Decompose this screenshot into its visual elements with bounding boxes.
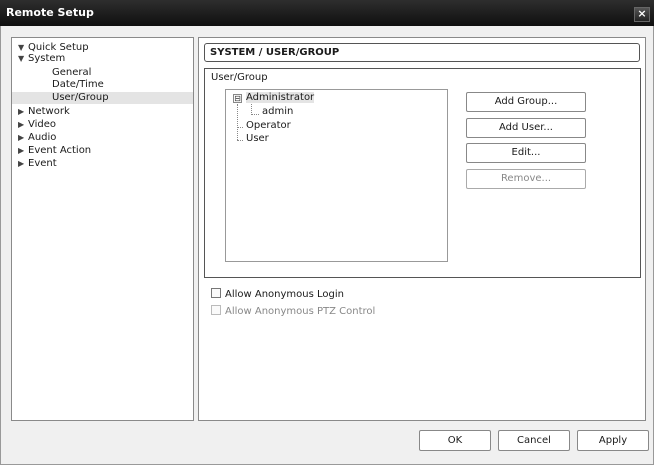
tree-item-audio[interactable]: ▶ Audio [18, 132, 56, 144]
tree-node-label: Administrator [246, 92, 315, 103]
user-group-label: User/Group [211, 72, 268, 83]
apply-button[interactable]: Apply [577, 430, 649, 451]
tree-item-label: Quick Setup [28, 42, 89, 53]
checkbox-label: Allow Anonymous PTZ Control [225, 306, 376, 317]
collapsed-arrow-icon: ▶ [18, 159, 25, 168]
tree-item-date-time[interactable]: Date/Time [52, 79, 104, 91]
add-group-button[interactable]: Add Group... [466, 92, 586, 112]
tree-item-label: Audio [28, 132, 57, 143]
anonymous-login-checkbox[interactable]: Allow Anonymous Login [211, 288, 344, 300]
collapsed-arrow-icon: ▶ [18, 107, 25, 116]
user-tree-node-user[interactable]: User [246, 133, 269, 145]
tree-item-event[interactable]: ▶ Event [18, 158, 57, 170]
edit-button[interactable]: Edit... [466, 143, 586, 163]
cancel-button[interactable]: Cancel [498, 430, 570, 451]
collapsed-arrow-icon: ▶ [18, 146, 25, 155]
user-group-box: User/Group ⊟ Administrator admin Operato… [204, 68, 641, 278]
checkbox-label: Allow Anonymous Login [225, 289, 344, 300]
ok-button[interactable]: OK [419, 430, 491, 451]
tree-item-label: System [28, 53, 66, 64]
tree-connector-line [237, 140, 243, 141]
anonymous-ptz-checkbox[interactable]: Allow Anonymous PTZ Control [211, 305, 375, 317]
user-tree-node-operator[interactable]: Operator [246, 120, 291, 132]
user-tree-node-administrator[interactable]: Administrator [246, 92, 315, 104]
user-group-tree[interactable]: ⊟ Administrator admin Operator User [225, 89, 448, 262]
tree-item-general[interactable]: General [52, 67, 91, 79]
close-icon[interactable]: × [634, 7, 650, 22]
checkbox-box[interactable] [211, 305, 221, 315]
tree-item-label: Video [28, 119, 57, 130]
tree-item-network[interactable]: ▶ Network [18, 106, 70, 118]
tree-item-user-group[interactable]: User/Group [12, 92, 193, 104]
window-title: Remote Setup [6, 6, 94, 19]
tree-item-video[interactable]: ▶ Video [18, 119, 56, 131]
title-bar: Remote Setup × [0, 0, 654, 26]
tree-node-label: admin [262, 106, 294, 117]
settings-tree: ▼ Quick Setup ▼ System General Date/Time U… [11, 37, 194, 421]
tree-item-label: General [52, 67, 92, 78]
tree-item-event-action[interactable]: ▶ Event Action [18, 145, 91, 157]
tree-node-label: Operator [246, 120, 291, 131]
settings-content-panel: SYSTEM / USER/GROUP User/Group ⊟ Adminis… [198, 37, 646, 421]
collapsed-arrow-icon: ▶ [18, 133, 25, 142]
collapsed-arrow-icon: ▶ [18, 120, 25, 129]
tree-item-label: Event Action [28, 145, 92, 156]
tree-connector-line [251, 114, 259, 115]
tree-item-system[interactable]: ▼ System [18, 53, 65, 65]
remove-button[interactable]: Remove... [466, 169, 586, 189]
remote-setup-window: ▼ Quick Setup ▼ System General Date/Time U… [0, 26, 654, 465]
tree-connector-line [237, 127, 243, 128]
expanded-arrow-icon: ▼ [18, 54, 25, 63]
collapse-icon[interactable]: ⊟ [233, 94, 242, 103]
tree-item-label: Date/Time [52, 79, 104, 90]
tree-item-label: User/Group [52, 92, 109, 103]
page-title: SYSTEM / USER/GROUP [210, 47, 340, 58]
tree-connector-line [237, 104, 238, 140]
add-user-button[interactable]: Add User... [466, 118, 586, 138]
tree-node-label: User [246, 133, 269, 144]
section-header: SYSTEM / USER/GROUP [204, 43, 640, 62]
tree-item-label: Event [28, 158, 57, 169]
tree-item-label: Network [28, 106, 70, 117]
checkbox-box[interactable] [211, 288, 221, 298]
user-tree-node-admin[interactable]: admin [262, 106, 293, 118]
